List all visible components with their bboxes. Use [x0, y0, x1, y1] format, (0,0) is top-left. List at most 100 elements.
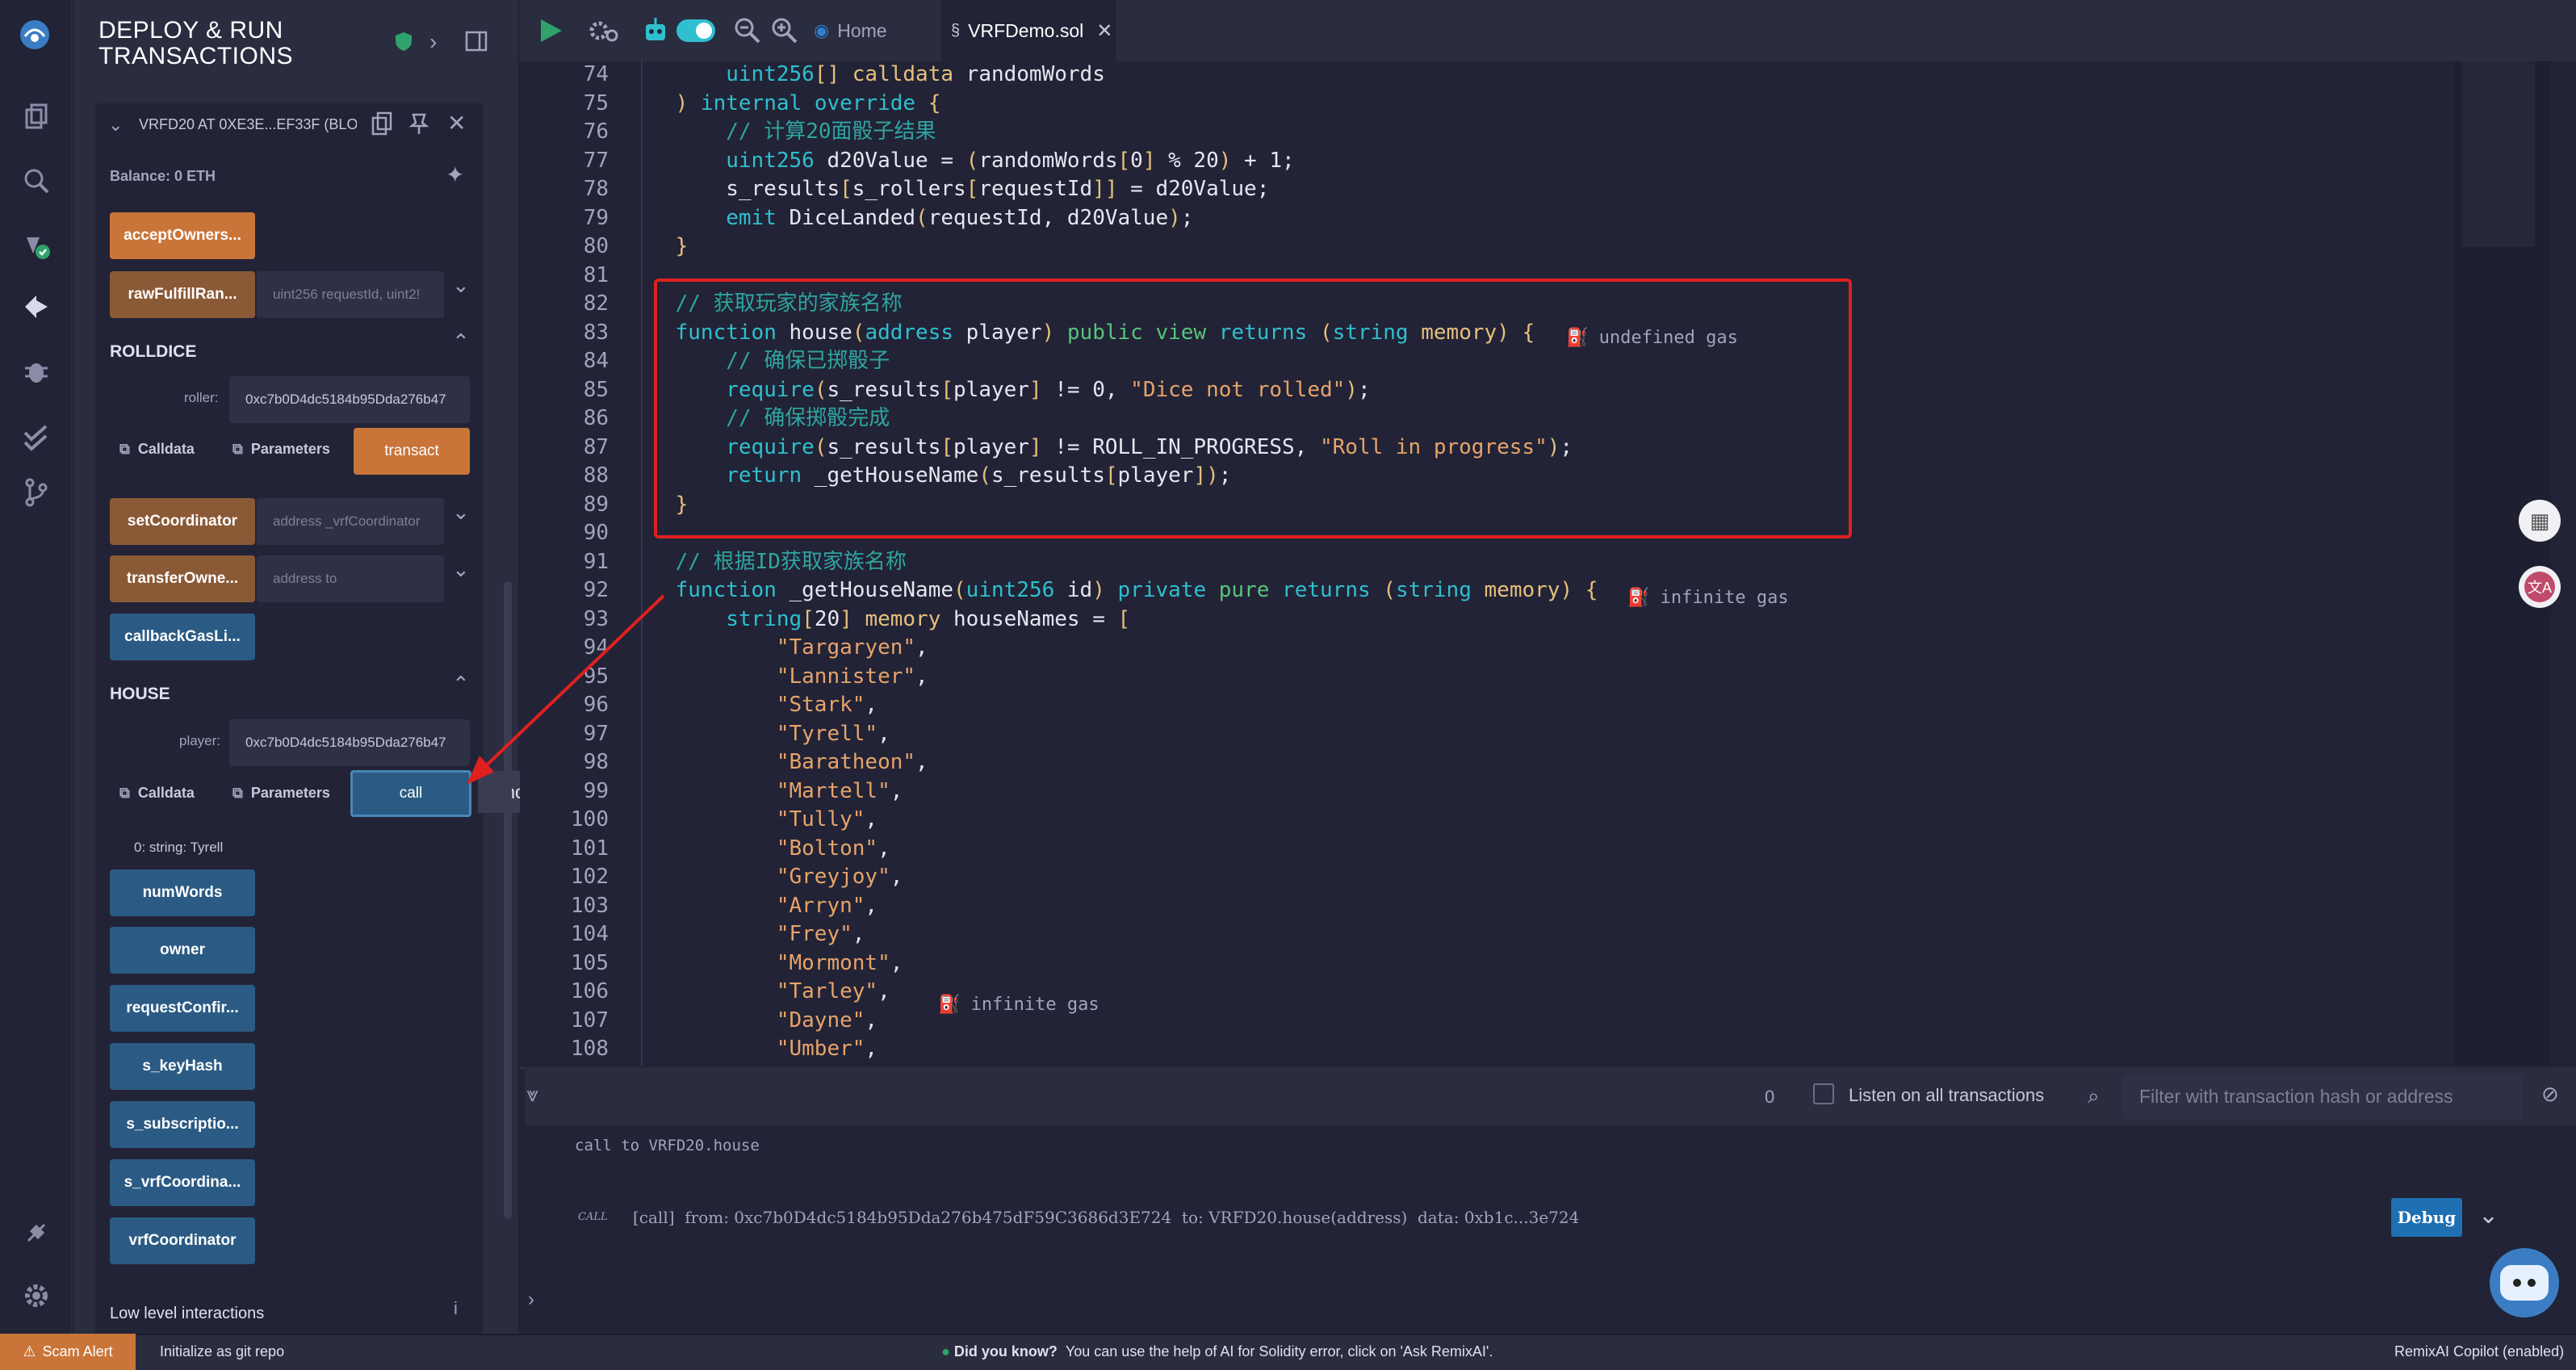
code-line[interactable]: "Lannister",	[625, 662, 928, 691]
vrf-coordinator-button[interactable]: vrfCoordinator	[110, 1217, 255, 1264]
instance-name[interactable]: VRFD20 AT 0XE3E...EF33F (BLO	[139, 116, 357, 133]
code-line[interactable]: "Baratheon",	[625, 748, 928, 777]
code-line[interactable]: "Bolton",	[625, 834, 890, 863]
code-line[interactable]: emit DiceLanded(requestId, d20Value);	[625, 203, 1193, 233]
expand-log-chevron-icon[interactable]: ⌄	[2478, 1201, 2499, 1230]
search-icon[interactable]	[15, 159, 58, 203]
chevron-right-icon[interactable]: ›	[429, 29, 450, 54]
collapse-chevron-icon[interactable]: ⌃	[452, 329, 470, 354]
transaction-filter-input[interactable]: Filter with transaction hash or address	[2123, 1074, 2522, 1119]
code-line[interactable]: "Umber",	[625, 1034, 878, 1063]
transact-button[interactable]: transact	[354, 428, 470, 475]
grid-widget-icon[interactable]: ▦	[2519, 500, 2561, 542]
code-line[interactable]: "Tarley",	[625, 977, 890, 1006]
roller-input[interactable]: 0xc7b0D4dc5184b95Dda276b47	[229, 376, 470, 423]
s-vrf-coordinator-button[interactable]: s_vrfCoordina...	[110, 1159, 255, 1206]
listen-checkbox[interactable]	[1813, 1083, 1834, 1104]
panel-toggle-icon[interactable]	[465, 31, 488, 52]
remix-logo-icon[interactable]	[11, 11, 58, 58]
set-coordinator-button[interactable]: setCoordinator	[110, 498, 255, 545]
scam-alert-button[interactable]: ⚠ Scam Alert	[0, 1334, 136, 1370]
run-script-icon[interactable]	[536, 16, 565, 45]
close-instance-icon[interactable]: ✕	[447, 110, 466, 136]
num-words-button[interactable]: numWords	[110, 869, 255, 916]
zoom-in-icon[interactable]	[770, 16, 798, 44]
rolldice-parameters-button[interactable]: ⧉ Parameters	[232, 441, 330, 458]
owner-button[interactable]: owner	[110, 927, 255, 974]
collapse-terminal-icon[interactable]: ⩔	[526, 1082, 538, 1108]
warning-icon: ⚠	[23, 1343, 36, 1360]
set-coordinator-input[interactable]: address _vrfCoordinator	[257, 498, 444, 545]
git-icon[interactable]	[15, 471, 58, 514]
clear-terminal-icon[interactable]: ⊘	[2541, 1082, 2559, 1107]
code-line[interactable]: "Dayne",	[625, 1006, 878, 1035]
expand-chevron-icon[interactable]: ⌄	[452, 273, 470, 298]
sparkle-icon[interactable]: ✦	[446, 161, 464, 188]
chevron-down-icon[interactable]: ⌄	[108, 115, 123, 136]
code-line[interactable]: "Arryn",	[625, 891, 878, 920]
s-keyhash-button[interactable]: s_keyHash	[110, 1043, 255, 1090]
git-init-button[interactable]: Initialize as git repo	[160, 1343, 284, 1360]
code-line[interactable]: }	[625, 232, 689, 261]
info-icon[interactable]: i	[454, 1298, 458, 1319]
copy-icon[interactable]	[371, 111, 392, 136]
code-line[interactable]: "Targaryen",	[625, 633, 928, 662]
raw-fulfill-input[interactable]: uint256 requestId, uint2!	[257, 271, 444, 318]
house-parameters-button[interactable]: ⧉ Parameters	[232, 785, 330, 802]
accept-ownership-button[interactable]: acceptOwners...	[110, 212, 255, 259]
code-line[interactable]: function _getHouseName(uint256 id) priva…	[625, 576, 1598, 605]
code-line[interactable]: "Greyjoy",	[625, 862, 903, 891]
file-explorer-icon[interactable]	[15, 94, 58, 138]
request-confirmations-button[interactable]: requestConfir...	[110, 985, 255, 1032]
deploy-run-icon[interactable]	[15, 285, 58, 329]
line-number: 102	[571, 865, 609, 889]
settings-gear-icon[interactable]	[15, 1274, 58, 1318]
line-number: 91	[583, 549, 609, 574]
translate-icon[interactable]: 文A	[2519, 566, 2561, 608]
code-line[interactable]: string[20] memory houseNames = [	[625, 605, 1130, 634]
debugger-icon[interactable]	[15, 350, 58, 393]
debug-button[interactable]: Debug	[2391, 1198, 2462, 1237]
code-line[interactable]: "Mormont",	[625, 949, 903, 978]
transfer-ownership-input[interactable]: address to	[257, 555, 444, 602]
code-line[interactable]: ) internal override {	[625, 89, 941, 118]
line-number: 105	[571, 950, 609, 975]
code-line[interactable]: // 计算20面骰子结果	[625, 117, 936, 146]
remixai-assistant-icon[interactable]	[2490, 1248, 2559, 1318]
copilot-status[interactable]: RemixAI Copilot (enabled)	[2394, 1343, 2564, 1360]
pin-icon[interactable]	[408, 111, 429, 136]
ai-robot-icon[interactable]	[643, 16, 668, 45]
transfer-ownership-button[interactable]: transferOwne...	[110, 555, 255, 602]
balance-label: Balance: 0 ETH	[110, 168, 216, 184]
code-line[interactable]: uint256[] calldata randomWords	[625, 60, 1105, 89]
house-calldata-button[interactable]: ⧉ Calldata	[119, 785, 195, 802]
ai-toggle[interactable]	[676, 19, 715, 42]
callback-gas-limit-button[interactable]: callbackGasLi...	[110, 614, 255, 660]
code-line[interactable]: "Tully",	[625, 805, 878, 834]
close-tab-icon[interactable]: ✕	[1096, 19, 1112, 43]
tests-icon[interactable]	[15, 414, 58, 458]
s-subscription-button[interactable]: s_subscriptio...	[110, 1101, 255, 1148]
line-number: 84	[583, 349, 609, 373]
compiler-icon[interactable]	[15, 224, 58, 267]
minimap[interactable]	[2454, 61, 2551, 1066]
rolldice-calldata-button[interactable]: ⧉ Calldata	[119, 441, 195, 458]
expand-chevron-icon[interactable]: ⌄	[452, 557, 470, 582]
code-line[interactable]: // 根据ID获取家族名称	[625, 547, 907, 576]
gas-pump-icon: ⛽	[1566, 328, 1589, 348]
code-line[interactable]: s_results[s_rollers[requestId]] = d20Val…	[625, 174, 1269, 203]
zoom-out-icon[interactable]	[733, 16, 760, 44]
code-line[interactable]: uint256 d20Value = (randomWords[0] % 20)…	[625, 146, 1294, 175]
shield-icon[interactable]	[394, 31, 413, 52]
tab-vrfdemo[interactable]: § VRFDemo.sol ✕	[941, 0, 1116, 61]
line-number: 103	[571, 893, 609, 918]
code-line[interactable]: "Frey",	[625, 920, 865, 949]
plugin-manager-icon[interactable]	[15, 1211, 58, 1255]
tab-home[interactable]: ◉ Home	[814, 0, 935, 61]
terminal-prompt-icon[interactable]: ›	[528, 1288, 534, 1311]
player-input[interactable]: 0xc7b0D4dc5184b95Dda276b47	[229, 719, 470, 766]
raw-fulfill-button[interactable]: rawFulfillRan...	[110, 271, 255, 318]
call-detail[interactable]: [call] from: 0xc7b0D4dc5184b95Dda276b475…	[633, 1208, 1579, 1227]
compile-settings-icon[interactable]	[588, 16, 620, 45]
expand-chevron-icon[interactable]: ⌄	[452, 500, 470, 525]
